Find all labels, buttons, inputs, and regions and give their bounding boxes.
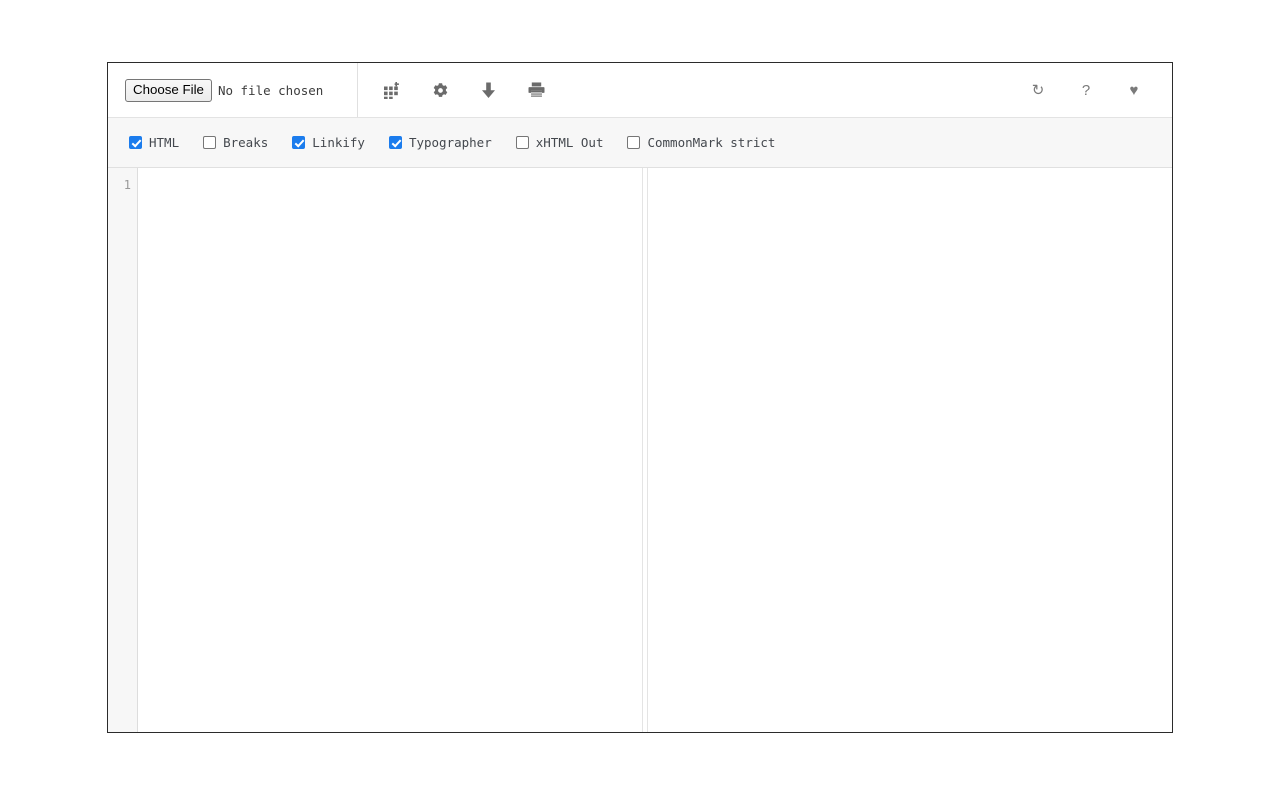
print-icon[interactable]: [512, 70, 560, 110]
editor-preview-panes: 1: [108, 168, 1172, 732]
option-typographer-checkbox[interactable]: [388, 136, 402, 149]
gear-icon[interactable]: [416, 70, 464, 110]
option-commonmark-strict-label: CommonMark strict: [647, 135, 776, 150]
choose-file-button[interactable]: Choose File: [125, 78, 212, 102]
option-commonmark-strict-checkbox[interactable]: [627, 136, 641, 149]
source-file-input[interactable]: Choose File No file chosen: [125, 78, 324, 102]
option-typographer-label: Typographer: [408, 135, 492, 150]
option-html[interactable]: HTML: [129, 135, 179, 150]
option-linkify-checkbox[interactable]: [292, 136, 306, 149]
download-icon[interactable]: [464, 70, 512, 110]
toolbar-right-icon-group: ↻ ? ♥: [1014, 70, 1172, 110]
source-pane: 1: [108, 168, 643, 732]
option-typographer[interactable]: Typographer: [388, 135, 492, 150]
option-xhtml-out-checkbox[interactable]: [515, 136, 529, 149]
heart-glyph: ♥: [1129, 81, 1139, 99]
heart-icon[interactable]: ♥: [1110, 70, 1158, 110]
option-breaks-label: Breaks: [223, 135, 269, 150]
toolbar-left-icon-group: [358, 70, 560, 110]
line-number-gutter: 1: [108, 168, 138, 732]
option-html-label: HTML: [149, 135, 180, 150]
option-breaks[interactable]: Breaks: [203, 135, 268, 150]
options-bar: HTML Breaks Linkify Typographer xHTML Ou…: [108, 117, 1172, 168]
refresh-glyph: ↻: [1031, 81, 1045, 99]
file-input-zone: Choose File No file chosen: [108, 63, 358, 117]
option-xhtml-out-label: xHTML Out: [535, 135, 604, 150]
line-number: 1: [123, 178, 131, 192]
option-xhtml-out[interactable]: xHTML Out: [515, 135, 604, 150]
option-linkify[interactable]: Linkify: [292, 135, 365, 150]
app-frame: Choose File No file chosen ↻ ? ♥ HTML Br…: [107, 62, 1173, 733]
insert-table-icon[interactable]: [368, 70, 416, 110]
help-icon[interactable]: ?: [1062, 70, 1110, 110]
toolbar: Choose File No file chosen ↻ ? ♥: [108, 63, 1172, 117]
option-breaks-checkbox[interactable]: [203, 136, 217, 149]
refresh-icon[interactable]: ↻: [1014, 70, 1062, 110]
help-glyph: ?: [1081, 81, 1091, 99]
option-commonmark-strict[interactable]: CommonMark strict: [627, 135, 775, 150]
file-status-label: No file chosen: [217, 82, 324, 98]
html-preview-pane[interactable]: [647, 168, 1172, 732]
option-linkify-label: Linkify: [312, 135, 365, 150]
markdown-source-editor[interactable]: [138, 168, 642, 732]
option-html-checkbox[interactable]: [129, 136, 142, 149]
